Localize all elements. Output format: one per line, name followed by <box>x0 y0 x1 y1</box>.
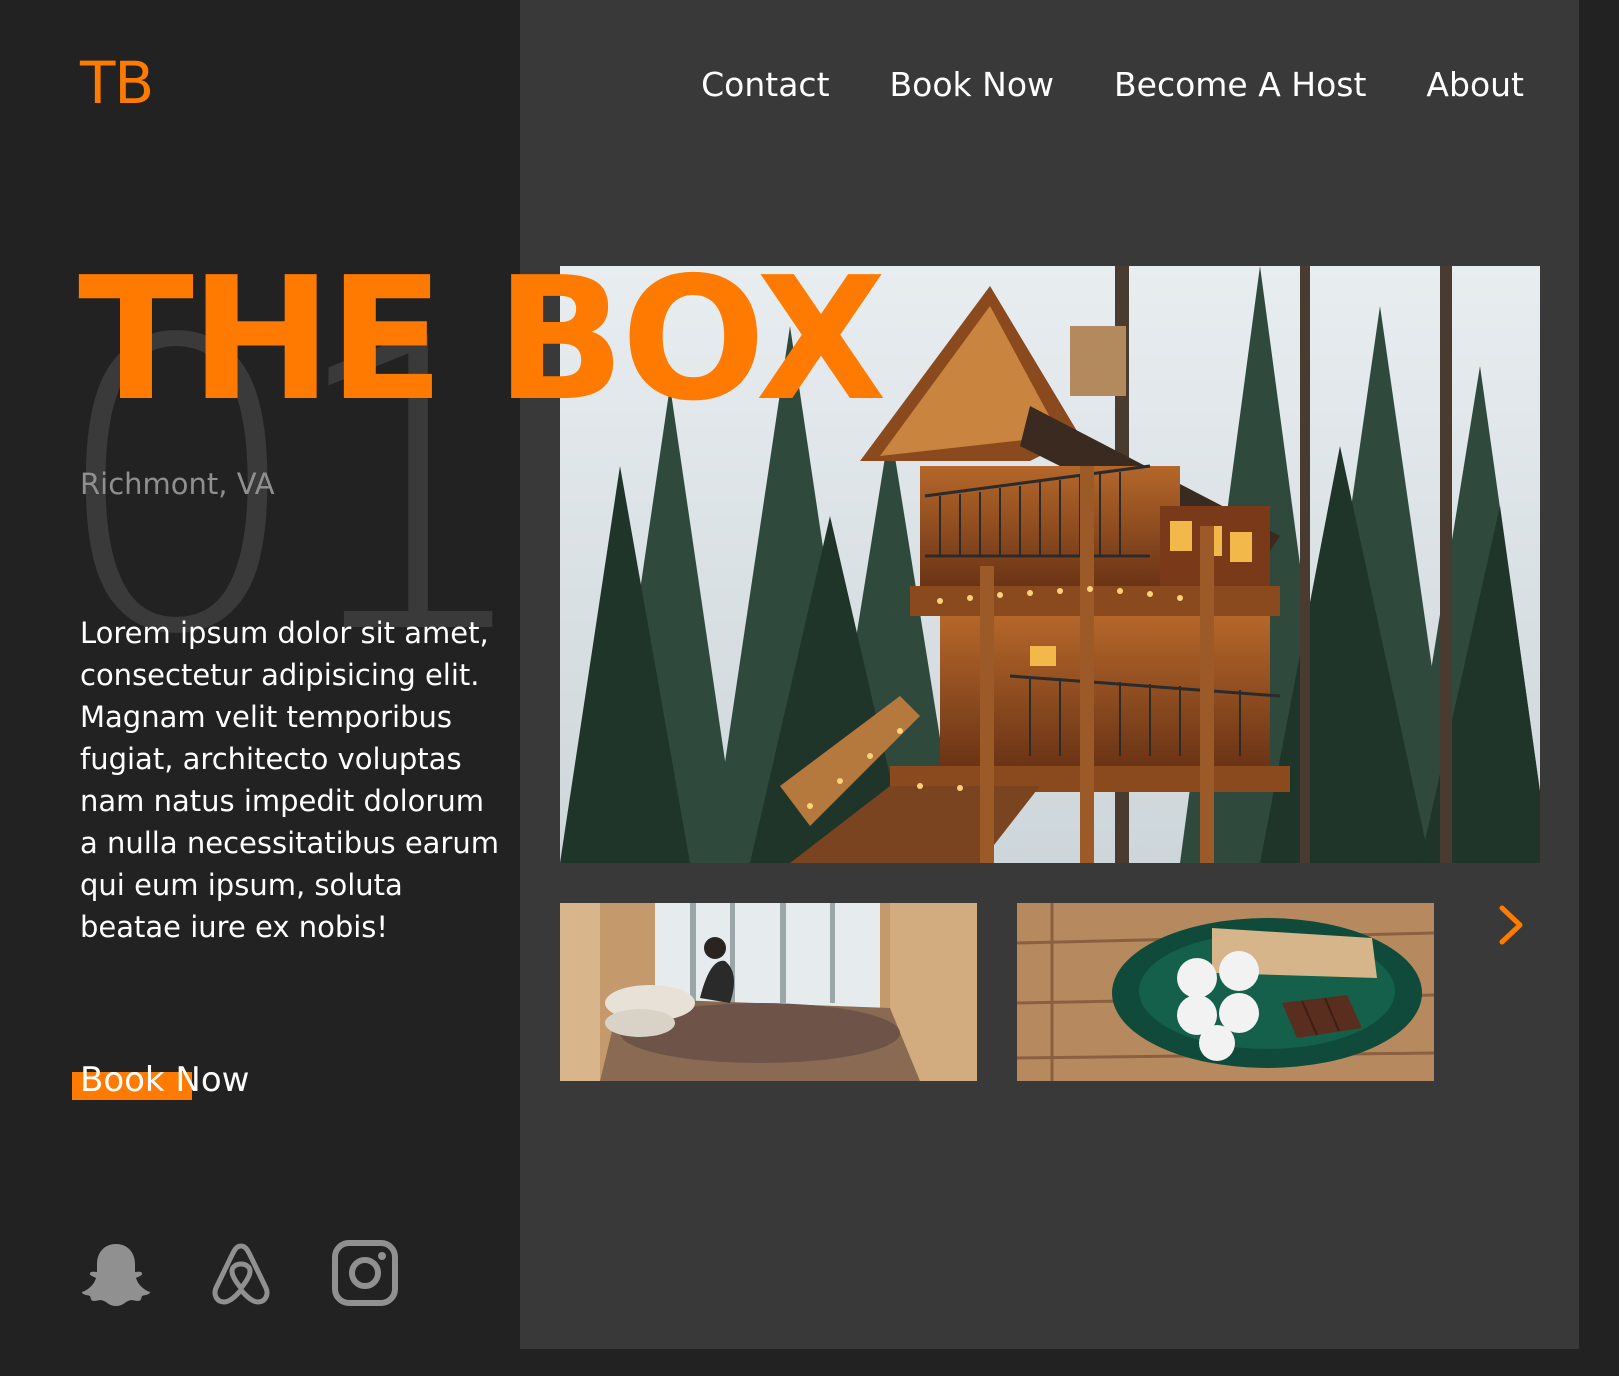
nav-about[interactable]: About <box>1426 60 1524 110</box>
nav-become-a-host[interactable]: Become A Host <box>1114 60 1366 110</box>
nav-contact[interactable]: Contact <box>701 60 829 110</box>
next-arrow-icon[interactable] <box>1490 900 1530 950</box>
thumbnail-smores[interactable] <box>1017 903 1434 1081</box>
description-text: Lorem ipsum dolor sit amet, consectetur … <box>80 616 499 944</box>
location-label: Richmont, VA <box>80 467 275 501</box>
thumbnail-bedroom[interactable] <box>560 903 977 1081</box>
book-now-button[interactable]: Book Now <box>72 1055 249 1105</box>
airbnb-icon[interactable] <box>208 1238 274 1310</box>
snapchat-icon[interactable] <box>80 1238 152 1310</box>
social-links <box>80 1238 400 1310</box>
main-nav: Contact Book Now Become A Host About <box>701 60 1524 110</box>
hero-title: THE BOX <box>78 241 887 439</box>
instagram-icon[interactable] <box>330 1238 400 1310</box>
logo[interactable]: TB <box>80 48 154 118</box>
nav-book-now[interactable]: Book Now <box>890 60 1054 110</box>
book-now-label: Book Now <box>80 1060 250 1100</box>
